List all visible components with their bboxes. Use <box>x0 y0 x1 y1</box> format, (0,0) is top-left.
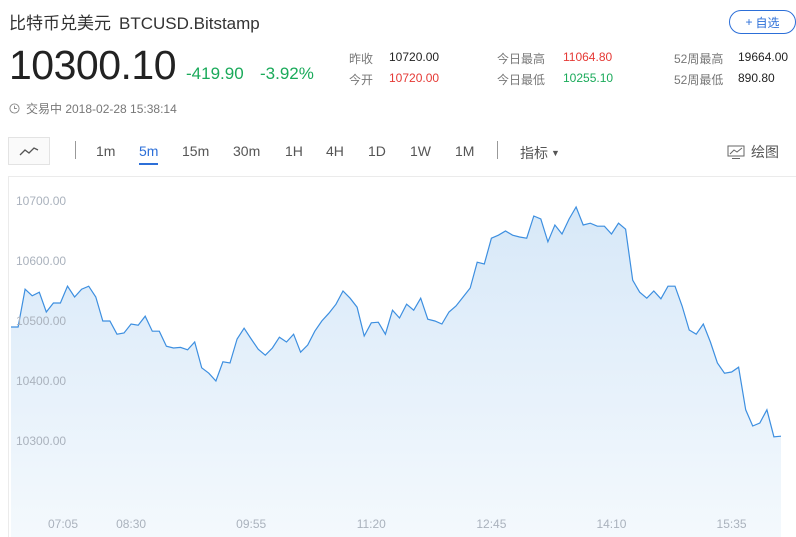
indicator-label: 指标 <box>520 145 548 161</box>
x-axis-tick-label: 14:10 <box>596 517 626 531</box>
price-chart-svg: 10300.00 10400.00 10500.00 10600.00 10700.00… <box>11 194 782 537</box>
instrument-symbol: BTCUSD.Bitstamp <box>119 14 260 33</box>
day-low-label: 今日最低 <box>497 73 546 87</box>
open-label: 今开 <box>349 73 374 87</box>
chart-type-button[interactable] <box>8 137 50 165</box>
toolbar-separator <box>75 141 76 159</box>
x-axis-tick-label: 15:35 <box>717 517 747 531</box>
plus-icon: + <box>745 15 753 29</box>
timeframe-1d[interactable]: 1D <box>368 143 386 159</box>
trading-status: 交易中 2018-02-28 15:38:14 <box>9 100 177 117</box>
draw-button[interactable]: 绘图 <box>727 142 779 162</box>
draw-label: 绘图 <box>751 144 779 160</box>
week52-low-value: 890.80 <box>738 71 775 85</box>
prev-close-label: 昨收 <box>349 52 374 66</box>
x-axis-tick-label: 11:20 <box>357 517 386 531</box>
caret-down-icon: ▼ <box>551 148 560 158</box>
toolbar-separator <box>497 141 498 159</box>
timeframe-1m-month[interactable]: 1M <box>455 143 474 159</box>
timeframe-1w[interactable]: 1W <box>410 143 431 159</box>
indicator-dropdown[interactable]: 指标 ▼ <box>520 143 560 163</box>
instrument-name: 比特币兑美元 <box>9 14 111 33</box>
day-high-value: 11064.80 <box>563 50 613 64</box>
y-axis-tick-label: 10500.00 <box>16 314 66 328</box>
timeframe-1m[interactable]: 1m <box>96 143 115 159</box>
y-axis-tick-label: 10600.00 <box>16 254 66 268</box>
clock-icon <box>9 103 20 114</box>
timeframe-5m[interactable]: 5m <box>139 143 159 165</box>
drawing-icon <box>727 145 745 159</box>
price-chart[interactable]: 10300.00 10400.00 10500.00 10600.00 10700.00… <box>8 176 796 537</box>
trading-status-text: 交易中 2018-02-28 15:38:14 <box>26 102 177 116</box>
chart-toolbar: 1m 5m 15m 30m 1H 4H 1D 1W 1M 指标 ▼ 绘图 <box>0 133 796 169</box>
price-area <box>11 207 781 537</box>
price-change-percent: -3.92% <box>260 64 314 83</box>
add-to-watchlist-button[interactable]: + 自选 <box>729 10 796 34</box>
day-high-label: 今日最高 <box>497 52 546 66</box>
price-change: -419.90 <box>186 64 244 83</box>
last-price: 10300.10 <box>9 42 177 88</box>
week52-high-value: 19664.00 <box>738 50 789 64</box>
week52-low-label: 52周最低 <box>674 73 724 87</box>
y-axis-tick-label: 10700.00 <box>16 194 66 208</box>
line-chart-icon <box>19 147 39 156</box>
add-to-watchlist-label: 自选 <box>755 15 780 30</box>
x-axis-tick-label: 12:45 <box>476 517 506 531</box>
timeframe-4h[interactable]: 4H <box>326 143 344 159</box>
timeframe-30m[interactable]: 30m <box>233 143 260 159</box>
y-axis-tick-label: 10300.00 <box>16 434 66 448</box>
x-axis-tick-label: 07:05 <box>48 517 78 531</box>
prev-close-value: 10720.00 <box>389 50 440 64</box>
y-axis-tick-label: 10400.00 <box>16 374 66 388</box>
timeframe-15m[interactable]: 15m <box>182 143 209 159</box>
day-low-value: 10255.10 <box>563 71 614 85</box>
x-axis-tick-label: 08:30 <box>116 517 146 531</box>
instrument-title: 比特币兑美元 BTCUSD.Bitstamp <box>9 9 260 34</box>
week52-high-label: 52周最高 <box>674 52 724 66</box>
x-axis-tick-label: 09:55 <box>236 517 266 531</box>
open-value: 10720.00 <box>389 71 440 85</box>
timeframe-1h[interactable]: 1H <box>285 143 303 159</box>
